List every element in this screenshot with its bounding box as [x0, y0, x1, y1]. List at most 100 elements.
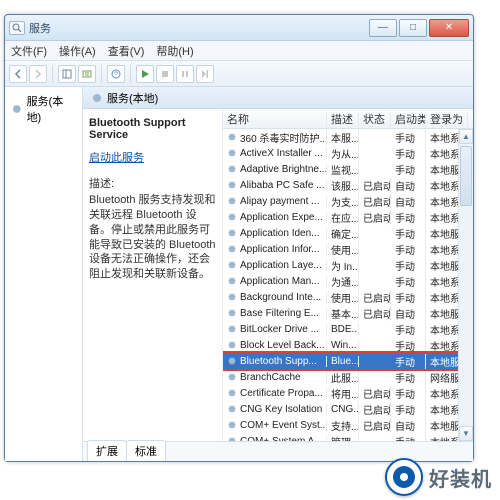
- service-row[interactable]: COM+ System A...管理...手动本地系统: [223, 433, 458, 441]
- service-row[interactable]: ActiveX Installer ...为从...手动本地系统: [223, 145, 458, 161]
- row-logon: 本地系统: [426, 386, 458, 401]
- start-service-link[interactable]: 启动此服务: [89, 149, 144, 165]
- gear-icon: [227, 228, 237, 238]
- row-logon: 本地系统: [426, 178, 458, 193]
- services-rows: 360 杀毒实时防护...本服...手动本地系统ActiveX Installe…: [223, 129, 458, 441]
- main-header: 服务(本地): [83, 87, 473, 109]
- description-label: 描述:: [89, 175, 216, 191]
- service-row[interactable]: Application Iden...确定...手动本地服务: [223, 225, 458, 241]
- row-name: Alibaba PC Safe ...: [240, 180, 325, 191]
- watermark: 好装机: [385, 458, 492, 496]
- gear-icon: [11, 103, 23, 115]
- restart-service-button[interactable]: [196, 65, 214, 83]
- row-logon: 本地服务: [426, 162, 458, 177]
- service-row[interactable]: BranchCache此服...手动网络服务: [223, 369, 458, 385]
- export-button[interactable]: [78, 65, 96, 83]
- service-row[interactable]: Application Man...为通...手动本地系统: [223, 273, 458, 289]
- gear-icon: [227, 308, 237, 318]
- stop-service-button[interactable]: [156, 65, 174, 83]
- row-startup: 手动: [391, 146, 426, 161]
- row-status: 已启动: [359, 402, 391, 417]
- scroll-down-button[interactable]: ▼: [459, 426, 473, 441]
- service-row[interactable]: 360 杀毒实时防护...本服...手动本地系统: [223, 129, 458, 145]
- titlebar[interactable]: 服务 — □ ✕: [5, 15, 473, 41]
- row-logon: 本地系统: [426, 210, 458, 225]
- row-status: 已启动: [359, 290, 391, 305]
- description-text: Bluetooth 服务支持发现和关联远程 Bluetooth 设备。停止或禁用…: [89, 193, 216, 282]
- close-button[interactable]: ✕: [429, 19, 469, 37]
- gear-icon: [227, 420, 237, 430]
- description-pane: Bluetooth Support Service 启动此服务 描述: Blue…: [83, 109, 223, 441]
- service-row[interactable]: Alibaba PC Safe ...该服...已启动自动本地系统: [223, 177, 458, 193]
- tab-extended[interactable]: 扩展: [87, 440, 127, 461]
- gear-icon: [227, 388, 237, 398]
- minimize-button[interactable]: —: [369, 19, 397, 37]
- main-header-label: 服务(本地): [107, 90, 158, 106]
- search-icon[interactable]: [9, 21, 25, 35]
- row-desc: 支持...: [327, 418, 359, 433]
- row-logon: 本地系统: [426, 338, 458, 353]
- column-logon[interactable]: 登录为: [426, 111, 468, 127]
- row-logon: 本地系统: [426, 322, 458, 337]
- row-logon: 本地系统: [426, 194, 458, 209]
- pause-service-button[interactable]: [176, 65, 194, 83]
- scroll-thumb[interactable]: [460, 146, 472, 206]
- menu-view[interactable]: 查看(V): [108, 43, 145, 59]
- column-desc[interactable]: 描述: [327, 111, 359, 127]
- service-row[interactable]: Base Filtering E...基本...已启动自动本地服务: [223, 305, 458, 321]
- row-desc: 管理...: [327, 434, 359, 442]
- service-row[interactable]: COM+ Event Syst...支持...已启动自动本地服务: [223, 417, 458, 433]
- scroll-track[interactable]: [459, 144, 473, 426]
- row-status: 已启动: [359, 386, 391, 401]
- menu-help[interactable]: 帮助(H): [156, 43, 193, 59]
- tab-standard[interactable]: 标准: [126, 440, 166, 461]
- menu-file[interactable]: 文件(F): [11, 43, 47, 59]
- gear-icon: [227, 244, 237, 254]
- service-row[interactable]: Block Level Back...Win...手动本地系统: [223, 337, 458, 353]
- services-list-pane: 名称 描述 状态 启动类型 登录为 360 杀毒实时防护...本服...手动本地…: [223, 109, 473, 441]
- row-logon: 本地系统: [426, 274, 458, 289]
- row-logon: 网络服务: [426, 370, 458, 385]
- show-hide-tree-button[interactable]: [58, 65, 76, 83]
- service-row[interactable]: Certificate Propa...将用...已启动手动本地系统: [223, 385, 458, 401]
- column-status[interactable]: 状态: [359, 111, 391, 127]
- row-name: Application Iden...: [240, 228, 320, 239]
- column-startup[interactable]: 启动类型: [391, 111, 426, 127]
- row-desc: 此服...: [327, 370, 359, 385]
- forward-button[interactable]: [29, 65, 47, 83]
- service-row[interactable]: Bluetooth Supp...Blue...手动本地服务: [223, 353, 458, 369]
- tree-root-item[interactable]: 服务(本地): [9, 91, 78, 127]
- row-startup: 手动: [391, 258, 426, 273]
- maximize-button[interactable]: □: [399, 19, 427, 37]
- back-button[interactable]: [9, 65, 27, 83]
- row-name: Background Inte...: [240, 292, 321, 303]
- row-desc: 使用...: [327, 242, 359, 257]
- service-row[interactable]: Application Infor...使用...手动本地系统: [223, 241, 458, 257]
- tree-root-label: 服务(本地): [27, 93, 76, 125]
- gear-icon: [227, 196, 237, 206]
- service-row[interactable]: Application Expe...在应...已启动手动本地系统: [223, 209, 458, 225]
- help-button[interactable]: ?: [107, 65, 125, 83]
- service-row[interactable]: Adaptive Brightne...监视...手动本地服务: [223, 161, 458, 177]
- row-startup: 自动: [391, 194, 426, 209]
- row-desc: BDE...: [327, 324, 359, 335]
- scroll-up-button[interactable]: ▲: [459, 129, 473, 144]
- start-service-button[interactable]: [136, 65, 154, 83]
- row-desc: 使用...: [327, 290, 359, 305]
- row-startup: 自动: [391, 418, 426, 433]
- gear-icon: [227, 148, 237, 158]
- menu-action[interactable]: 操作(A): [59, 43, 96, 59]
- service-row[interactable]: Alipay payment ...为支...已启动自动本地系统: [223, 193, 458, 209]
- service-row[interactable]: Background Inte...使用...已启动手动本地系统: [223, 289, 458, 305]
- vertical-scrollbar[interactable]: ▲ ▼: [458, 129, 473, 441]
- row-name: Certificate Propa...: [240, 388, 323, 399]
- service-row[interactable]: BitLocker Drive ...BDE...手动本地系统: [223, 321, 458, 337]
- toolbar: ?: [5, 61, 473, 87]
- gear-icon: [227, 356, 237, 366]
- gear-icon: [227, 276, 237, 286]
- row-logon: 本地系统: [426, 242, 458, 257]
- service-row[interactable]: Application Laye...为 In...手动本地服务: [223, 257, 458, 273]
- service-row[interactable]: CNG Key IsolationCNG...已启动手动本地系统: [223, 401, 458, 417]
- row-logon: 本地系统: [426, 146, 458, 161]
- column-name[interactable]: 名称: [223, 111, 327, 127]
